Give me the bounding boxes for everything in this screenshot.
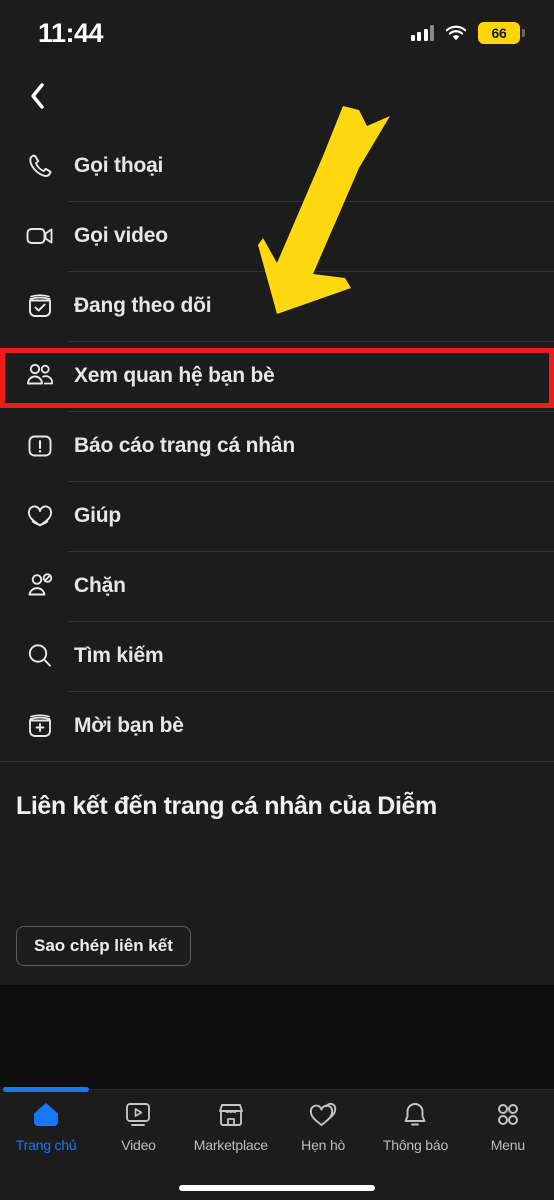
report-exclamation-icon — [12, 423, 68, 469]
menu-item-label: Tìm kiếm — [74, 644, 164, 667]
top-bar — [0, 66, 554, 131]
menu-item-view-friendship[interactable]: Xem quan hệ bạn bè — [0, 341, 554, 411]
menu-item-invite-friends[interactable]: Mời bạn bè — [0, 691, 554, 761]
video-camera-icon — [12, 213, 68, 259]
cellular-signal-icon — [410, 25, 434, 41]
menu-item-label: Gọi video — [74, 224, 168, 247]
profile-link-section: Liên kết đến trang cá nhân của Diễm Sao … — [0, 761, 554, 985]
menu-item-label: Gọi thoại — [74, 154, 164, 177]
tab-label: Hẹn hò — [301, 1136, 346, 1153]
tab-home[interactable]: Trang chủ — [0, 1100, 92, 1153]
bell-icon — [400, 1100, 430, 1130]
wifi-icon — [445, 25, 467, 42]
section-heading: Liên kết đến trang cá nhân của Diễm — [16, 792, 437, 820]
battery-level: 66 — [491, 25, 507, 41]
menu-item-call-voice[interactable]: Gọi thoại — [0, 131, 554, 201]
tab-menu[interactable]: Menu — [462, 1100, 554, 1153]
heart-support-icon — [12, 493, 68, 539]
tab-label: Menu — [490, 1136, 525, 1153]
phone-icon — [12, 143, 68, 189]
tab-notifications[interactable]: Thông báo — [369, 1100, 461, 1153]
tab-label: Video — [121, 1136, 156, 1153]
phone-screen: 11:44 66 Gọi thoại Gọi video Đang theo d… — [0, 0, 554, 1200]
invite-plus-icon — [12, 703, 68, 749]
video-play-icon — [123, 1100, 153, 1130]
profile-action-menu: Gọi thoại Gọi video Đang theo dõi Xem qu… — [0, 131, 554, 761]
menu-item-report-profile[interactable]: Báo cáo trang cá nhân — [0, 411, 554, 481]
block-user-icon — [12, 563, 68, 609]
tab-label: Thông báo — [382, 1136, 449, 1153]
bottom-tab-bar: Trang chủ Video Marketplace Hẹn hò Thông… — [0, 1087, 554, 1200]
status-bar: 11:44 66 — [0, 0, 554, 66]
menu-item-label: Báo cáo trang cá nhân — [74, 434, 296, 457]
menu-item-call-video[interactable]: Gọi video — [0, 201, 554, 271]
menu-item-block[interactable]: Chặn — [0, 551, 554, 621]
menu-item-help[interactable]: Giúp — [0, 481, 554, 551]
storefront-icon — [216, 1100, 246, 1130]
battery-indicator: 66 — [478, 22, 525, 44]
people-icon — [12, 353, 68, 399]
chevron-left-icon — [29, 82, 45, 115]
copy-link-button[interactable]: Sao chép liên kết — [16, 926, 191, 966]
dating-hearts-icon — [308, 1100, 338, 1130]
empty-area — [0, 985, 554, 1089]
tab-video[interactable]: Video — [92, 1100, 184, 1153]
menu-item-label: Giúp — [74, 504, 122, 527]
menu-item-label: Đang theo dõi — [74, 294, 212, 317]
menu-item-search[interactable]: Tìm kiếm — [0, 621, 554, 691]
menu-item-label: Chặn — [74, 574, 126, 597]
home-indicator — [179, 1185, 375, 1191]
grid-menu-icon — [493, 1100, 523, 1130]
following-check-icon — [12, 283, 68, 329]
tab-marketplace[interactable]: Marketplace — [185, 1100, 277, 1153]
status-indicators: 66 — [410, 22, 525, 44]
active-tab-indicator — [3, 1087, 89, 1092]
status-clock: 11:44 — [38, 17, 104, 48]
back-button[interactable] — [17, 78, 57, 118]
tab-dating[interactable]: Hẹn hò — [277, 1100, 369, 1153]
menu-item-label: Mời bạn bè — [74, 714, 184, 737]
menu-item-label: Xem quan hệ bạn bè — [74, 364, 275, 387]
home-icon — [31, 1100, 61, 1130]
tab-label: Marketplace — [193, 1136, 268, 1153]
search-icon — [12, 633, 68, 679]
tab-label: Trang chủ — [15, 1136, 77, 1153]
menu-item-following[interactable]: Đang theo dõi — [0, 271, 554, 341]
